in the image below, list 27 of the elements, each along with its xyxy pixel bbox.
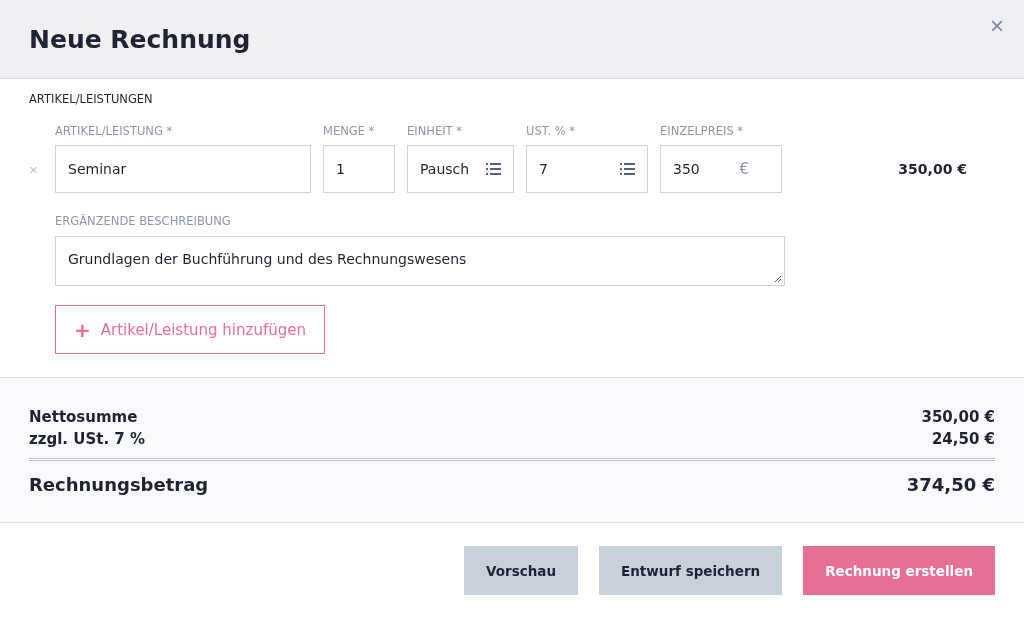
list-icon[interactable] — [620, 163, 635, 175]
field-label: ERGÄNZENDE BESCHREIBUNG — [55, 214, 231, 228]
total-value: 24,50 € — [931, 429, 995, 450]
resize-grip-icon[interactable] — [774, 275, 782, 283]
input-field[interactable]: Seminar — [55, 145, 311, 193]
field-label: UST. % * — [526, 124, 577, 138]
action-button[interactable]: Vorschau — [464, 546, 579, 595]
grand-total-label: Rechnungsbetrag — [29, 474, 209, 495]
description-field[interactable]: Grundlagen der Buchführung und des Rechnungswesens — [55, 236, 785, 286]
select-field[interactable]: 7 — [526, 145, 648, 193]
input-field[interactable]: 350 € — [660, 145, 782, 193]
input-field[interactable]: 1 — [323, 145, 395, 193]
list-icon[interactable] — [486, 163, 501, 175]
line-total: 350,00 € — [897, 160, 968, 179]
total-label: zzgl. USt. 7 % — [29, 429, 146, 450]
dialog-title: Neue Rechnung — [29, 24, 251, 54]
field-label: EINHEIT * — [407, 124, 463, 138]
section-title: ARTIKEL/LEISTUNGEN — [29, 92, 154, 106]
field-label: MENGE * — [323, 124, 376, 138]
field-label: EINZELPREIS * — [660, 124, 745, 138]
select-field[interactable]: Pausch — [407, 145, 514, 193]
currency-suffix: € — [739, 160, 749, 178]
grand-total-value: 374,50 € — [906, 474, 995, 495]
action-button[interactable]: Entwurf speichern — [599, 546, 783, 595]
total-value: 350,00 € — [921, 407, 995, 428]
field-label: ARTIKEL/LEISTUNG * — [55, 124, 174, 138]
total-label: Nettosumme — [29, 407, 138, 428]
